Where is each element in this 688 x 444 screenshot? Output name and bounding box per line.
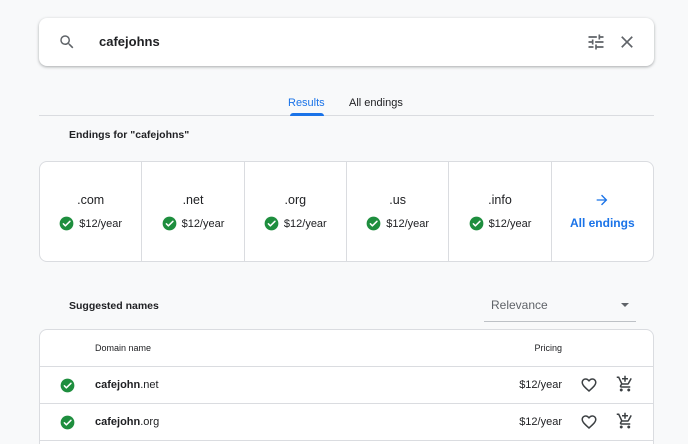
- active-tab-indicator: [290, 113, 324, 116]
- tab-all-endings[interactable]: All endings: [349, 96, 403, 110]
- check-circle-icon: [264, 216, 279, 231]
- all-endings-link[interactable]: All endings: [552, 162, 653, 261]
- ending-org[interactable]: .org $12/year: [245, 162, 347, 261]
- ending-tld: .net: [182, 193, 204, 207]
- sort-value: Relevance: [491, 298, 548, 312]
- suggested-table: Domain name Pricing cafejohn.net $12/yea…: [39, 329, 654, 444]
- heart-icon[interactable]: [580, 413, 598, 431]
- sort-dropdown[interactable]: Relevance: [484, 290, 636, 322]
- check-circle-icon: [60, 378, 75, 393]
- ending-us[interactable]: .us $12/year: [347, 162, 450, 261]
- arrow-forward-icon: [596, 194, 608, 206]
- close-icon[interactable]: [617, 32, 637, 52]
- ending-price: $12/year: [283, 217, 327, 230]
- ending-tld: .com: [77, 193, 105, 207]
- ending-price: $12/year: [79, 217, 123, 230]
- check-circle-icon: [469, 216, 483, 231]
- domain-tld: .net: [140, 379, 159, 391]
- ending-price: $12/year: [488, 217, 532, 230]
- domain-name: cafejohn.org: [95, 416, 159, 428]
- heart-icon[interactable]: [580, 376, 598, 394]
- check-circle-icon: [366, 216, 381, 231]
- ending-price: $12/year: [181, 217, 225, 230]
- domain-tld: .org: [140, 416, 160, 428]
- check-circle-icon: [60, 415, 75, 430]
- check-circle-icon: [162, 216, 176, 231]
- ending-price: $12/year: [386, 217, 430, 230]
- results-tabs: Results All endings: [39, 88, 654, 116]
- filter-tune-icon[interactable]: [586, 32, 606, 52]
- ending-info[interactable]: .info $12/year: [449, 162, 552, 261]
- all-endings-label: All endings: [569, 216, 635, 230]
- tab-results[interactable]: Results: [288, 96, 325, 110]
- check-circle-icon: [59, 216, 74, 231]
- domain-base: cafejohn: [95, 416, 141, 428]
- ending-net[interactable]: .net $12/year: [142, 162, 245, 261]
- ending-tld: .us: [389, 193, 406, 207]
- ending-tld: .info: [488, 193, 512, 207]
- ending-com[interactable]: .com $12/year: [40, 162, 143, 261]
- domain-base: cafejohn: [95, 379, 141, 391]
- row-price: $12/year: [519, 416, 562, 428]
- add-to-cart-icon[interactable]: [616, 412, 634, 430]
- column-domain-name: Domain name: [95, 343, 152, 353]
- table-row[interactable]: cafejohn.net $12/year: [40, 367, 653, 404]
- column-pricing: Pricing: [534, 343, 562, 353]
- search-input[interactable]: cafejohns: [99, 33, 160, 51]
- table-row[interactable]: cafejohn.org $12/year: [40, 404, 653, 441]
- search-icon: [60, 35, 74, 49]
- caret-down-icon: [621, 303, 629, 307]
- search-bar: cafejohns: [39, 18, 654, 66]
- table-header: Domain name Pricing: [40, 330, 653, 367]
- suggested-heading: Suggested names: [69, 300, 159, 312]
- add-to-cart-icon[interactable]: [616, 375, 634, 393]
- row-price: $12/year: [519, 379, 562, 391]
- endings-heading: Endings for "cafejohns": [69, 129, 190, 141]
- ending-tld: .org: [284, 193, 307, 207]
- domain-name: cafejohn.net: [95, 379, 159, 391]
- endings-card: .com $12/year .net $12/year .org $12/yea…: [39, 161, 654, 262]
